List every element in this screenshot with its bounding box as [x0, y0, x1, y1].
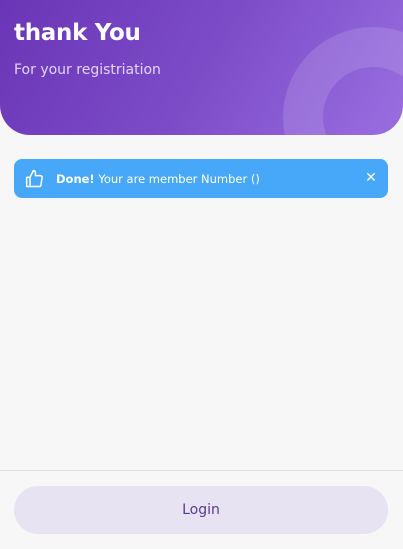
page-subtitle: For your registriation: [14, 62, 161, 78]
header-banner: thank You For your registriation: [0, 0, 403, 135]
login-button[interactable]: Login: [14, 486, 388, 534]
page-title: thank You: [14, 20, 141, 46]
alert-strong: Done!: [56, 171, 95, 186]
close-icon[interactable]: ✕: [362, 169, 380, 187]
footer: Login: [0, 471, 403, 549]
success-alert: Done! Your are member Number () ✕: [14, 159, 388, 198]
alert-body: Your are member Number (): [94, 171, 260, 186]
thumbs-up-icon: [24, 168, 46, 190]
decorative-ring: [283, 27, 403, 135]
alert-message: Done! Your are member Number (): [56, 172, 260, 186]
